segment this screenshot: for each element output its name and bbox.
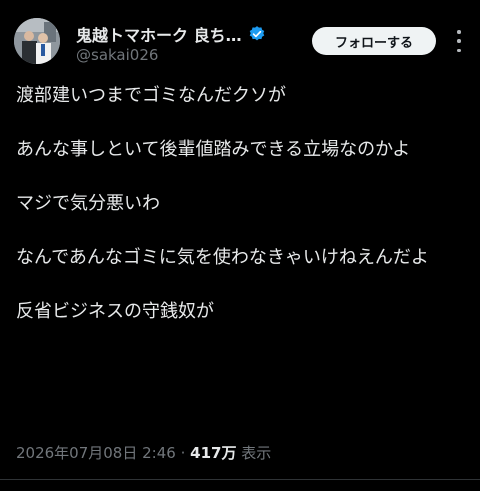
avatar[interactable] bbox=[14, 18, 60, 64]
more-dot bbox=[457, 39, 461, 43]
post-paragraph: 渡部建いつまでゴミなんだクソが bbox=[16, 85, 286, 106]
follow-button[interactable]: フォローする bbox=[312, 27, 436, 55]
post-meta: 2026年07月08日 2:46 · 417万 表示 bbox=[16, 442, 271, 463]
post-paragraph: なんであんなゴミに気を使わなきゃいけねえんだよ bbox=[16, 247, 429, 268]
more-dot bbox=[457, 30, 461, 34]
divider bbox=[0, 479, 480, 480]
author-display-name[interactable]: 鬼越トマホーク 良ち… bbox=[76, 22, 242, 46]
profile-photo bbox=[14, 18, 60, 64]
post-paragraph: 反省ビジネスの守銭奴が bbox=[16, 301, 214, 322]
more-vertical-icon[interactable] bbox=[450, 30, 468, 52]
post-paragraph: あんな事しといて後輩値踏みできる立場なのかよ bbox=[16, 139, 411, 160]
verified-badge-icon bbox=[248, 25, 266, 43]
post-timestamp[interactable]: 2026年07月08日 2:46 bbox=[16, 444, 176, 462]
more-dot bbox=[457, 48, 461, 52]
post-text: 渡部建いつまでゴミなんだクソが あんな事しといて後輩値踏みできる立場なのかよ マ… bbox=[16, 82, 468, 352]
meta-separator: · bbox=[180, 444, 186, 462]
views-label: 表示 bbox=[241, 444, 272, 462]
tweet-post: 鬼越トマホーク 良ち… @sakai026 フォローする 渡部建いつまでゴミなん… bbox=[0, 0, 480, 491]
author-name-row: 鬼越トマホーク 良ち… bbox=[76, 22, 266, 46]
views-count: 417万 bbox=[190, 444, 237, 462]
post-paragraph: マジで気分悪いわ bbox=[16, 193, 160, 214]
author-handle[interactable]: @sakai026 bbox=[76, 46, 158, 64]
